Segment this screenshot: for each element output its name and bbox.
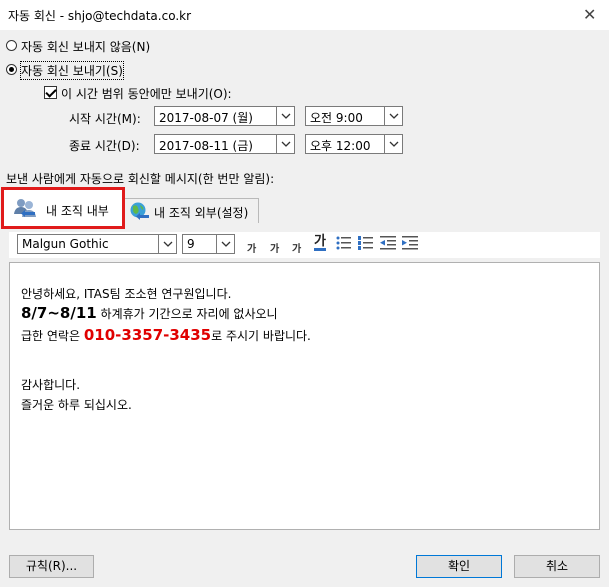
numbered-list-icon[interactable] [358, 236, 374, 250]
message-line-5: 즐거운 하루 되십시오. [21, 398, 132, 412]
phone-number: 010-3357-3435 [83, 326, 212, 344]
message-line-1: 안녕하세요, ITAS팀 조소현 연구원입니다. [21, 287, 232, 301]
message-line-2: 8/7~8/11 하계휴가 기간으로 자리에 없사오니 [21, 304, 278, 322]
no-reply-label[interactable]: 자동 회신 보내지 않음(N) [21, 38, 150, 55]
vacation-dates: 8/7~8/11 [21, 304, 97, 322]
no-reply-radio[interactable] [6, 40, 17, 51]
send-reply-label[interactable]: 자동 회신 보내기(S) [20, 61, 124, 80]
time-range-checkbox[interactable] [44, 86, 57, 99]
font-size-dropdown[interactable] [216, 234, 235, 254]
decrease-indent-icon[interactable] [380, 236, 396, 250]
message-line-2-rest: 하계휴가 기간으로 자리에 없사오니 [96, 307, 278, 321]
font-size-field[interactable]: 9 [182, 234, 220, 254]
tab-outside-org-label: 내 조직 외부(설정) [154, 206, 249, 220]
increase-indent-icon[interactable] [402, 236, 418, 250]
chevron-down-icon [389, 141, 399, 147]
rules-button[interactable]: 규칙(R)... [9, 555, 94, 578]
tab-inside-org-label: 내 조직 내부 [46, 204, 109, 218]
end-date-field[interactable]: 2017-08-11 (금) [154, 134, 277, 154]
message-label: 보낸 사람에게 자동으로 회신할 메시지(한 번만 알림): [6, 172, 275, 186]
end-time-field[interactable]: 오후 12:00 [305, 134, 385, 154]
start-date-dropdown[interactable] [276, 106, 295, 126]
grow-font-button[interactable]: 가 [247, 240, 256, 255]
end-date-value: 2017-08-11 (금) [159, 139, 253, 153]
font-name-value: Malgun Gothic [22, 237, 109, 251]
tab-outside-org[interactable]: 내 조직 외부(설정) [123, 198, 259, 223]
font-name-dropdown[interactable] [158, 234, 177, 254]
start-date-value: 2017-08-07 (월) [159, 111, 253, 125]
shrink-font-button[interactable]: 가 [270, 240, 279, 255]
chevron-down-icon [281, 113, 291, 119]
chevron-down-icon [281, 141, 291, 147]
start-time-field[interactable]: 오전 9:00 [305, 106, 385, 126]
message-line-3: 급한 연락은 010-3357-3435로 주시기 바랍니다. [21, 326, 311, 344]
send-reply-radio[interactable] [6, 64, 17, 75]
chevron-down-icon [221, 241, 231, 247]
start-date-field[interactable]: 2017-08-07 (월) [154, 106, 277, 126]
ok-button[interactable]: 확인 [416, 555, 502, 578]
chevron-down-icon [389, 113, 399, 119]
message-line-4: 감사합니다. [21, 378, 81, 392]
end-time-dropdown[interactable] [384, 134, 403, 154]
bullet-list-icon[interactable] [336, 236, 352, 250]
start-time-dropdown[interactable] [384, 106, 403, 126]
font-size-value: 9 [187, 237, 195, 251]
font-name-field[interactable]: Malgun Gothic [17, 234, 162, 254]
font-color-button[interactable]: 가 [314, 235, 326, 251]
bold-button[interactable]: 가 [292, 240, 301, 255]
message-editor[interactable]: 안녕하세요, ITAS팀 조소현 연구원입니다. 8/7~8/11 하계휴가 기… [9, 262, 600, 530]
end-time-value: 오후 12:00 [310, 139, 371, 153]
globe-icon [130, 202, 149, 220]
end-date-dropdown[interactable] [276, 134, 295, 154]
close-icon[interactable]: ✕ [583, 5, 596, 24]
message-line-3-post: 로 주시기 바랍니다. [211, 329, 311, 343]
chevron-down-icon [163, 241, 173, 247]
cancel-button[interactable]: 취소 [514, 555, 600, 578]
tab-inside-org[interactable]: 내 조직 내부 [1, 187, 125, 229]
start-time-label: 시작 시간(M): [69, 112, 141, 126]
people-icon [14, 199, 36, 217]
window-title: 자동 회신 - shjo@techdata.co.kr [8, 9, 192, 23]
message-line-3-pre: 급한 연락은 [21, 329, 84, 343]
start-time-value: 오전 9:00 [310, 111, 363, 125]
end-time-label: 종료 시간(D): [69, 139, 140, 153]
time-range-label[interactable]: 이 시간 범위 동안에만 보내기(O): [61, 85, 232, 102]
